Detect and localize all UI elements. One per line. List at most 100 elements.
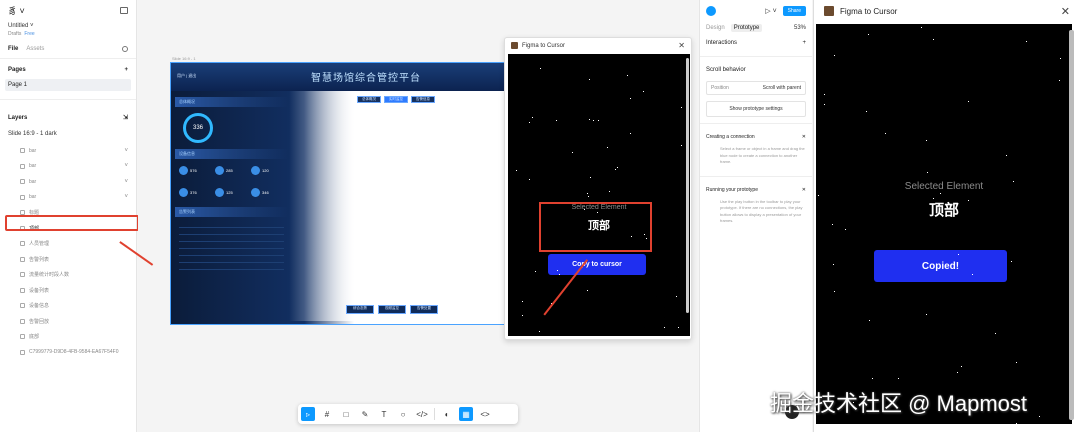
add-interaction-icon[interactable]: + — [802, 40, 806, 46]
shape-tool-icon[interactable]: □ — [339, 407, 353, 421]
layer-item[interactable]: 人员管理 — [0, 236, 136, 252]
layer-item[interactable]: 告警回放 — [0, 314, 136, 330]
star-dot — [832, 224, 833, 225]
layer-item[interactable]: 告警列表 — [0, 252, 136, 268]
layer-item[interactable]: 底部 — [0, 329, 136, 345]
position-label: Position — [711, 85, 729, 91]
dash-tab[interactable]: 告警信息 — [411, 96, 435, 103]
plugin-title: Figma to Cursor — [522, 42, 566, 49]
layer-label: bar — [29, 194, 37, 201]
star-dot — [559, 274, 560, 275]
file-info: Untitled ˅ Drafts Free — [0, 20, 136, 40]
table-row — [179, 235, 284, 242]
text-tool-icon[interactable]: T — [377, 407, 391, 421]
mode-toggle-icon[interactable]: ◐ — [440, 407, 454, 421]
figma-menu-button[interactable]: 豸 ˅ — [8, 4, 25, 17]
help-title: Creating a connection — [706, 134, 755, 140]
star-dot — [866, 111, 867, 112]
layer-item[interactable]: C7999779-D9D8-4FB-9584-EA67F54F0 — [0, 345, 136, 361]
alert-table — [175, 217, 288, 274]
dash-tab[interactable]: 总体概况 — [357, 96, 381, 103]
help-text: Select a frame or object in a frame and … — [720, 146, 805, 164]
play-icon[interactable]: ▷ ˅ — [765, 7, 776, 15]
star-dot — [927, 172, 928, 173]
page-item[interactable]: Page 1 — [5, 79, 131, 91]
dash-bottom-tab[interactable]: 视频监控 — [378, 305, 406, 314]
design-mode-icon[interactable]: ▦ — [459, 407, 473, 421]
show-prototype-settings-button[interactable]: Show prototype settings — [706, 101, 806, 117]
interactions-row: Interactions + — [700, 34, 812, 52]
divider — [700, 175, 812, 177]
plugin-titlebar: Figma to Cursor ✕ — [814, 0, 1080, 22]
dashboard-frame[interactable]: 用户 | 退出 智慧场馆综合管控平台 总体概况 336 设备信息 576 285… — [170, 62, 505, 325]
dashboard-left-column: 总体概况 336 设备信息 576 285 120 376 125 346 告警… — [175, 93, 288, 321]
plan-badge: Free — [24, 31, 35, 37]
pen-tool-icon[interactable]: ✎ — [358, 407, 372, 421]
frame-tool-icon[interactable]: # — [320, 407, 334, 421]
layer-item[interactable]: bar ˅ — [0, 159, 136, 175]
layer-item[interactable]: bar ˅ — [0, 143, 136, 159]
search-icon[interactable] — [122, 46, 128, 52]
plugin-titlebar: Figma to Cursor ✕ — [505, 38, 691, 53]
layer-item[interactable]: 设备信息 — [0, 298, 136, 314]
tab-prototype[interactable]: Prototype — [730, 24, 763, 32]
star-dot — [532, 117, 533, 118]
star-dot — [921, 27, 922, 28]
chevron-down-icon[interactable]: ˅ — [124, 179, 128, 185]
star-dot — [676, 296, 677, 297]
frame-label[interactable]: Slide 16:9 - 1 — [172, 56, 196, 61]
dash-bottom-tab[interactable]: 告警处置 — [410, 305, 438, 314]
toolbar-divider — [434, 408, 435, 420]
close-icon[interactable]: ✕ — [1061, 5, 1070, 18]
dashboard-header[interactable]: 用户 | 退出 智慧场馆综合管控平台 — [171, 63, 504, 91]
layer-frame-icon — [20, 303, 25, 309]
layer-frame[interactable]: Slide 16:9 - 1 dark — [0, 125, 136, 143]
avatar[interactable] — [706, 6, 716, 16]
layer-label: bar — [29, 163, 37, 170]
close-icon[interactable]: ✕ — [678, 41, 685, 50]
layer-label: 人员管理 — [29, 241, 50, 248]
close-icon[interactable]: ✕ — [802, 187, 806, 193]
layout-toggle-icon[interactable] — [120, 6, 128, 14]
star-dot — [589, 119, 590, 120]
plugin-scrollbar[interactable] — [686, 58, 689, 313]
dash-tab[interactable]: 实时监控 — [384, 96, 408, 103]
layer-frame-icon — [20, 287, 25, 293]
dash-bottom-tab[interactable]: 综合态势 — [346, 305, 374, 314]
dashboard-user: 用户 | 退出 — [177, 73, 197, 78]
table-row — [179, 256, 284, 263]
zoom-level[interactable]: 53% — [794, 25, 806, 31]
plugin-scrollbar[interactable] — [1069, 30, 1074, 420]
add-page-icon[interactable]: + — [124, 67, 128, 73]
kpi: 285 — [215, 163, 245, 177]
layer-item[interactable]: 流量统计时段人数 — [0, 267, 136, 283]
chevron-down-icon[interactable]: ˅ — [124, 163, 128, 169]
canvas[interactable]: Slide 16:9 - 1 用户 | 退出 智慧场馆综合管控平台 总体概况 3… — [138, 0, 698, 432]
layer-item[interactable]: bar ˅ — [0, 174, 136, 190]
drafts-label[interactable]: Drafts — [8, 31, 21, 37]
tab-assets[interactable]: Assets — [26, 46, 44, 52]
position-select[interactable]: Position Scroll with parent — [706, 81, 806, 95]
tab-file[interactable]: File — [8, 46, 18, 52]
layer-item[interactable]: 设备列表 — [0, 283, 136, 299]
star-dot — [958, 254, 959, 255]
collapse-icon[interactable]: ⇲ — [123, 114, 128, 121]
actions-tool-icon[interactable]: </> — [415, 407, 429, 421]
copied-button[interactable]: Copied! — [874, 250, 1007, 282]
star-dot — [681, 145, 682, 146]
chevron-down-icon[interactable]: ˅ — [124, 194, 128, 200]
tab-design[interactable]: Design — [706, 25, 725, 31]
copy-to-cursor-button[interactable]: Copy to cursor — [548, 254, 646, 275]
screen: 豸 ˅ Untitled ˅ Drafts Free File Assets Pa… — [0, 0, 1080, 432]
kpi-icon — [251, 187, 260, 197]
left-tabs: File Assets — [0, 40, 136, 59]
chevron-down-icon[interactable]: ˅ — [124, 148, 128, 154]
layer-item[interactable]: bar ˅ — [0, 190, 136, 206]
star-dot — [678, 327, 679, 328]
comment-tool-icon[interactable]: ○ — [396, 407, 410, 421]
move-tool-icon[interactable]: ▹ — [301, 407, 315, 421]
file-name[interactable]: Untitled ˅ — [8, 22, 128, 30]
close-icon[interactable]: ✕ — [802, 134, 806, 140]
dev-mode-icon[interactable]: <> — [478, 407, 492, 421]
share-button[interactable]: Share — [782, 6, 806, 16]
